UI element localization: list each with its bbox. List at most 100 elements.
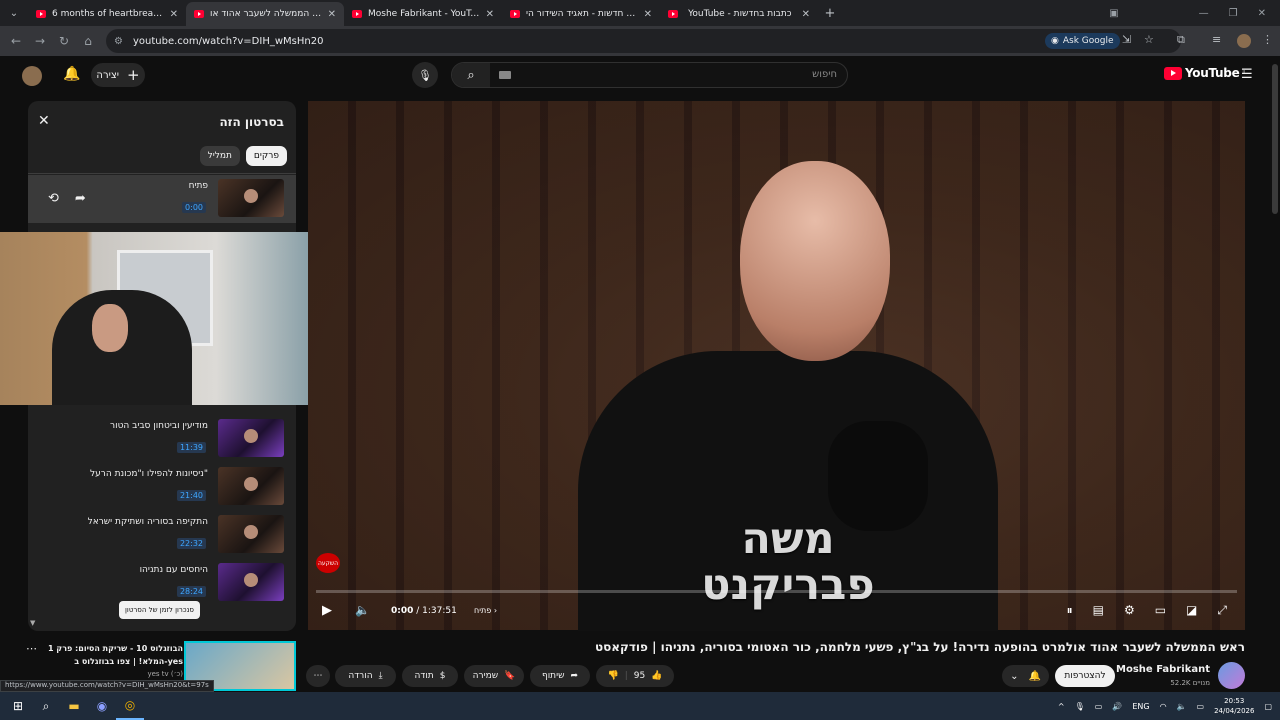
install-app-icon[interactable]: ⇲ xyxy=(1122,33,1131,46)
youtube-logo[interactable]: YouTube IL xyxy=(1164,66,1246,80)
browser-tab[interactable]: YouTube - כתבות בחדשות ✕ xyxy=(660,2,818,26)
reading-list-icon[interactable]: ≡ xyxy=(1212,33,1221,46)
chevron-up-icon[interactable]: ^ xyxy=(1058,702,1065,711)
voice-search-mic-icon[interactable]: 🎙 xyxy=(412,62,438,88)
page-scrollbar[interactable] xyxy=(1272,64,1278,214)
like-icon[interactable]: 👍 xyxy=(651,671,662,681)
browser-tab-active[interactable]: ראש הממשלה לשעבר אהוד או ✕ xyxy=(186,2,344,26)
current-chapter-button[interactable]: פתיח › xyxy=(474,606,497,615)
close-tab-icon[interactable]: ✕ xyxy=(170,9,178,20)
play-icon[interactable]: ▶ xyxy=(322,603,332,618)
volume-icon[interactable]: 🔈 xyxy=(355,603,370,617)
settings-gear-icon[interactable]: ⚙ xyxy=(1124,603,1135,618)
save-button[interactable]: שמירה 🔖 xyxy=(464,665,524,687)
channel-name[interactable]: Moshe Fabrikant xyxy=(1116,664,1210,675)
address-bar[interactable]: ⚙ youtube.com/watch?v=DIH_wMsHn20 xyxy=(106,29,1181,53)
keyboard-icon[interactable] xyxy=(499,71,511,79)
browser-menu-icon[interactable]: ⋮ xyxy=(1262,33,1273,46)
create-button[interactable]: יצירה + xyxy=(91,63,145,87)
reload-icon[interactable]: ↻ xyxy=(52,34,76,48)
share-icon[interactable]: ➦ xyxy=(75,191,86,206)
site-info-icon[interactable]: ⚙ xyxy=(114,36,123,47)
browser-tab[interactable]: Moshe Fabrikant - YouTube ✕ xyxy=(344,2,502,26)
chapter-timestamp[interactable]: 21:40 xyxy=(176,490,206,501)
chapter-timestamp[interactable]: 11:39 xyxy=(176,442,206,453)
dislike-icon[interactable]: 👎 xyxy=(608,671,619,681)
chapter-item[interactable]: התקיפה בסוריה ושתיקת ישראל 22:32 xyxy=(28,511,296,559)
sponsor-badge[interactable]: השקעה xyxy=(316,553,340,573)
progress-bar[interactable] xyxy=(316,590,1237,593)
search-input[interactable]: חיפוש xyxy=(812,69,837,80)
file-explorer-icon[interactable]: ▬ xyxy=(60,692,88,720)
close-tab-icon[interactable]: ✕ xyxy=(802,9,810,20)
discord-icon[interactable]: ◉ xyxy=(88,692,116,720)
windows-taskbar: ⊞ ⌕ ▬ ◉ ◎ ^ 🎙 ▭ 🔊 ENG ◠ 🔈 ▭ 20:53 24/04/… xyxy=(0,692,1280,720)
scroll-down-icon[interactable]: ▼ xyxy=(30,619,35,627)
chapter-item[interactable]: מודיעין וביטחון סביב הטור 11:39 xyxy=(28,415,296,463)
bell-icon: 🔔 xyxy=(1028,670,1041,682)
speaker-icon[interactable]: 🔈 xyxy=(1177,702,1187,711)
subscriber-count: 52.2K מנויים xyxy=(1170,679,1210,687)
search-box[interactable]: ⌕ חיפוש xyxy=(451,62,848,88)
chip-transcript[interactable]: תמליל xyxy=(199,146,240,166)
chapter-label: פתיח xyxy=(474,606,492,615)
like-count[interactable]: 95 xyxy=(634,671,645,681)
microphone-icon[interactable]: 🎙 xyxy=(1075,702,1085,711)
language-indicator[interactable]: ENG xyxy=(1132,702,1149,711)
browser-tab[interactable]: כאן | חדשות - תאגיד השידור הי ✕ xyxy=(502,2,660,26)
repeat-icon[interactable]: ⟲ xyxy=(48,191,59,206)
close-panel-icon[interactable]: ✕ xyxy=(38,113,50,129)
close-window-icon[interactable]: ✕ xyxy=(1258,8,1266,19)
join-button[interactable]: להצטרפות xyxy=(1055,665,1115,687)
subscribed-bell-button[interactable]: ⌄ 🔔 xyxy=(1002,665,1049,687)
notifications-bell-icon[interactable]: 🔔 xyxy=(63,66,80,82)
video-player[interactable]: משה פבריקנט השקעה ▶ 🔈 0:00 / 1:37:51 פתי… xyxy=(308,101,1245,631)
extensions-icon[interactable]: ⧉ xyxy=(1177,33,1185,47)
wifi-icon[interactable]: ◠ xyxy=(1160,702,1167,711)
fullscreen-icon[interactable]: ⤢ xyxy=(1217,603,1227,618)
search-icon[interactable]: ⌕ xyxy=(452,63,490,87)
clock[interactable]: 20:53 24/04/2026 xyxy=(1214,696,1254,716)
chapter-item[interactable]: ניסיונות להפילו ו"מכונת הרעל" 21:40 xyxy=(28,463,296,511)
browser-tab-strip: ⌄ 6 months of heartbreak, docum ✕ ראש המ… xyxy=(0,0,1280,26)
miniplayer-icon[interactable]: ▭ xyxy=(1155,603,1166,618)
pause-autoplay-icon[interactable]: ⏸ xyxy=(1067,603,1073,618)
volume-icon[interactable]: 🔊 xyxy=(1112,702,1122,711)
chapter-timestamp[interactable]: 22:32 xyxy=(176,538,206,549)
thanks-button[interactable]: תודה $ xyxy=(402,665,458,687)
chapter-timestamp[interactable]: 0:00 xyxy=(182,202,206,213)
forward-icon[interactable]: → xyxy=(28,34,52,48)
minimize-icon[interactable]: — xyxy=(1199,8,1209,19)
tab-search-button[interactable]: ⌄ xyxy=(0,0,28,26)
close-tab-icon[interactable]: ✕ xyxy=(644,9,652,20)
chapter-item[interactable]: היחסים עם נתניהו 28:24 xyxy=(28,559,296,607)
ask-google-button[interactable]: ◉ Ask Google xyxy=(1045,33,1120,49)
maximize-icon[interactable]: ❐ xyxy=(1229,8,1238,19)
guide-menu-icon[interactable]: ☰ xyxy=(1241,67,1253,82)
chapter-item[interactable]: ⟲ ➦ פתיח 0:00 xyxy=(28,175,296,223)
more-actions-icon[interactable]: ⋯ xyxy=(306,665,330,687)
battery-icon[interactable]: ▭ xyxy=(1197,702,1205,711)
close-tab-icon[interactable]: ✕ xyxy=(328,9,336,20)
chrome-icon[interactable]: ◎ xyxy=(116,692,144,720)
bookmark-star-icon[interactable]: ☆ xyxy=(1144,33,1154,46)
channel-avatar[interactable] xyxy=(1218,662,1245,689)
search-icon[interactable]: ⌕ xyxy=(32,692,60,720)
chapter-timestamp[interactable]: 28:24 xyxy=(176,586,206,597)
cast-icon[interactable]: ◪ xyxy=(1186,603,1197,618)
back-icon[interactable]: ← xyxy=(4,34,28,48)
close-tab-icon[interactable]: ✕ xyxy=(486,9,494,20)
account-avatar[interactable] xyxy=(22,66,42,86)
profile-switch-icon[interactable]: ▣ xyxy=(1109,8,1118,19)
share-button[interactable]: שיתוף ➦ xyxy=(530,665,590,687)
home-icon[interactable]: ⌂ xyxy=(76,34,100,48)
new-tab-button[interactable]: + xyxy=(818,6,842,21)
notification-center-icon[interactable]: ▢ xyxy=(1264,702,1272,711)
download-button[interactable]: הורדה ⤓ xyxy=(335,665,396,687)
subtitles-icon[interactable]: ▤ xyxy=(1093,603,1104,618)
windows-start-icon[interactable]: ⊞ xyxy=(4,692,32,720)
chip-chapters[interactable]: פרקים xyxy=(245,146,287,166)
network-icon[interactable]: ▭ xyxy=(1095,702,1103,711)
profile-avatar-icon[interactable] xyxy=(1237,34,1251,48)
browser-tab[interactable]: 6 months of heartbreak, docum ✕ xyxy=(28,2,186,26)
